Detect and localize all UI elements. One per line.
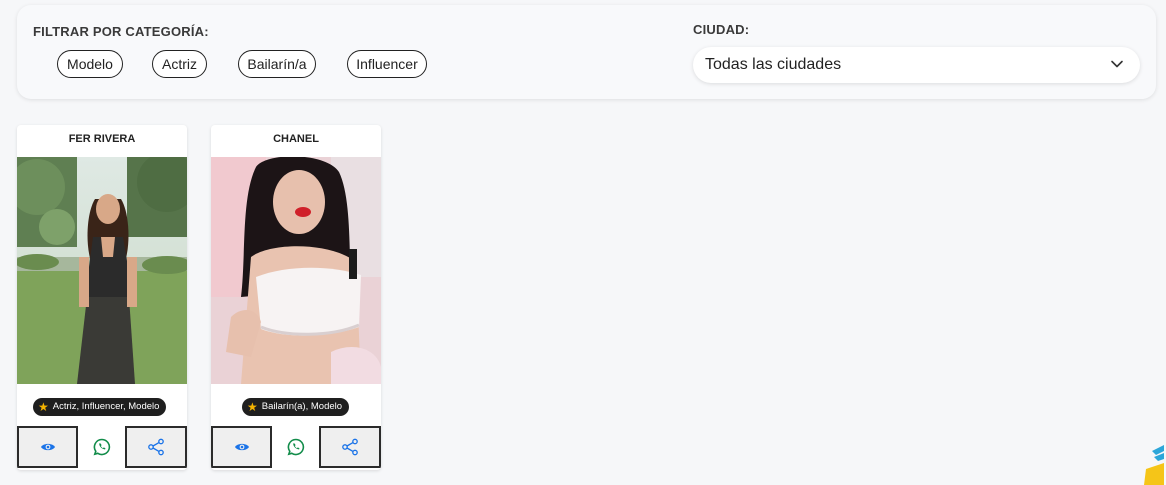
chip-influencer[interactable]: Influencer xyxy=(347,50,427,78)
view-button[interactable] xyxy=(17,426,78,468)
city-filter-title: CIUDAD: xyxy=(693,22,750,37)
whatsapp-icon xyxy=(93,438,110,456)
eye-icon xyxy=(40,443,55,451)
category-badge-text: Bailarín(a), Modelo xyxy=(261,401,343,412)
category-badge: ★ Actriz, Influencer, Modelo xyxy=(33,398,167,416)
category-filter-title: FILTRAR POR CATEGORÍA: xyxy=(33,24,209,39)
star-icon: ★ xyxy=(38,400,49,414)
eye-icon xyxy=(234,443,249,451)
chip-modelo[interactable]: Modelo xyxy=(57,50,123,78)
whatsapp-button[interactable] xyxy=(78,426,125,468)
card-actions xyxy=(211,425,381,470)
whatsapp-icon xyxy=(287,438,304,456)
share-button[interactable] xyxy=(125,426,187,468)
chip-bailarin[interactable]: Bailarín/a xyxy=(238,50,316,78)
profile-name: FER RIVERA xyxy=(68,133,136,145)
chevron-down-icon xyxy=(1111,60,1123,68)
city-select-value: Todas las ciudades xyxy=(705,56,842,73)
filter-panel: FILTRAR POR CATEGORÍA: Modelo Actriz Bai… xyxy=(17,5,1156,99)
view-button[interactable] xyxy=(211,426,272,468)
city-select[interactable]: Todas las ciudades xyxy=(693,47,1140,83)
share-icon xyxy=(148,438,164,456)
share-icon xyxy=(342,438,358,456)
whatsapp-button[interactable] xyxy=(272,426,319,468)
floating-widget-icon[interactable] xyxy=(1142,439,1166,485)
chip-actriz[interactable]: Actriz xyxy=(152,50,207,78)
profile-photo[interactable] xyxy=(211,157,381,384)
profile-name: CHANEL xyxy=(273,133,319,145)
star-icon: ★ xyxy=(247,400,258,414)
category-badge: ★ Bailarín(a), Modelo xyxy=(242,398,350,416)
card-actions xyxy=(17,425,187,470)
category-badge-text: Actriz, Influencer, Modelo xyxy=(52,401,160,412)
share-button[interactable] xyxy=(319,426,381,468)
profile-card: FER RIVERA ★ Actriz, Influencer, Modelo xyxy=(17,125,187,470)
profile-card: CHANEL ★ Bailarín(a), Modelo xyxy=(211,125,381,470)
profile-photo[interactable] xyxy=(17,157,187,384)
